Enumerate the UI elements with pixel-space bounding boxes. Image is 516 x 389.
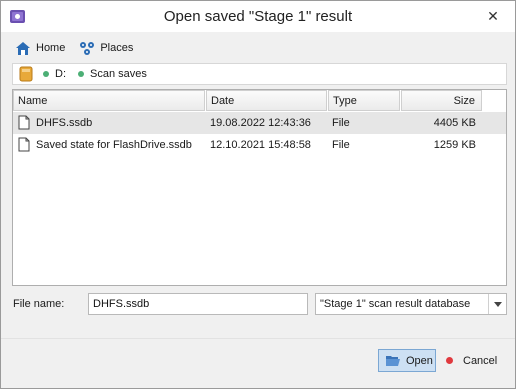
- storage-icon: [19, 66, 33, 82]
- places-label: Places: [100, 42, 134, 54]
- file-icon: [18, 115, 30, 130]
- title-bar[interactable]: Open saved "Stage 1" result ✕: [1, 1, 515, 32]
- open-dialog-window: Open saved "Stage 1" result ✕ Home Place…: [0, 0, 516, 389]
- close-icon: ✕: [487, 8, 499, 24]
- toolbar: Home Places: [15, 38, 147, 58]
- breadcrumb-folder[interactable]: Scan saves: [78, 68, 147, 80]
- file-name: Saved state for FlashDrive.ssdb: [36, 139, 192, 151]
- column-header-name[interactable]: Name: [13, 90, 205, 111]
- file-type-select[interactable]: "Stage 1" scan result database: [315, 293, 507, 315]
- column-headers: Name Date Type Size: [13, 90, 506, 111]
- footer-divider: [1, 338, 515, 339]
- path-bar[interactable]: D: Scan saves: [12, 63, 507, 85]
- file-name-label: File name:: [13, 298, 65, 310]
- column-header-date[interactable]: Date: [206, 90, 327, 111]
- dropdown-arrow-icon[interactable]: [488, 294, 506, 314]
- file-type: File: [332, 117, 350, 129]
- home-label: Home: [36, 42, 66, 54]
- cancel-icon: [446, 357, 453, 364]
- file-size: 1259 KB: [433, 139, 476, 151]
- home-icon: [16, 41, 30, 55]
- file-icon: [18, 137, 30, 152]
- drive-dot-icon: [43, 71, 49, 77]
- close-button[interactable]: ✕: [471, 1, 515, 32]
- file-name: DHFS.ssdb: [36, 117, 93, 129]
- file-date: 12.10.2021 15:48:58: [210, 139, 311, 151]
- open-button-label: Open: [406, 354, 433, 367]
- places-button[interactable]: Places: [79, 41, 133, 56]
- file-row[interactable]: Saved state for FlashDrive.ssdb 12.10.20…: [13, 134, 506, 156]
- folder-open-icon: [386, 356, 400, 366]
- breadcrumb-drive-label: D:: [55, 68, 66, 80]
- open-button[interactable]: Open: [378, 349, 436, 372]
- file-size: 4405 KB: [433, 117, 476, 129]
- breadcrumb-drive[interactable]: D:: [43, 68, 66, 80]
- window-title: Open saved "Stage 1" result: [163, 8, 353, 25]
- cancel-button-label: Cancel: [463, 354, 498, 367]
- folder-dot-icon: [78, 71, 84, 77]
- places-icon: [80, 41, 95, 55]
- file-list[interactable]: Name Date Type Size DHFS.ssdb 19.08.2022…: [12, 89, 507, 286]
- file-name-input[interactable]: [88, 293, 308, 315]
- column-header-size[interactable]: Size: [401, 90, 482, 111]
- cancel-button[interactable]: Cancel: [442, 349, 506, 372]
- file-type-value: "Stage 1" scan result database: [320, 298, 471, 310]
- file-row[interactable]: DHFS.ssdb 19.08.2022 12:43:36 File 4405 …: [13, 112, 506, 134]
- file-type: File: [332, 139, 350, 151]
- file-date: 19.08.2022 12:43:36: [210, 117, 311, 129]
- breadcrumb-folder-label: Scan saves: [90, 68, 147, 80]
- home-button[interactable]: Home: [15, 41, 65, 56]
- column-header-type[interactable]: Type: [328, 90, 400, 111]
